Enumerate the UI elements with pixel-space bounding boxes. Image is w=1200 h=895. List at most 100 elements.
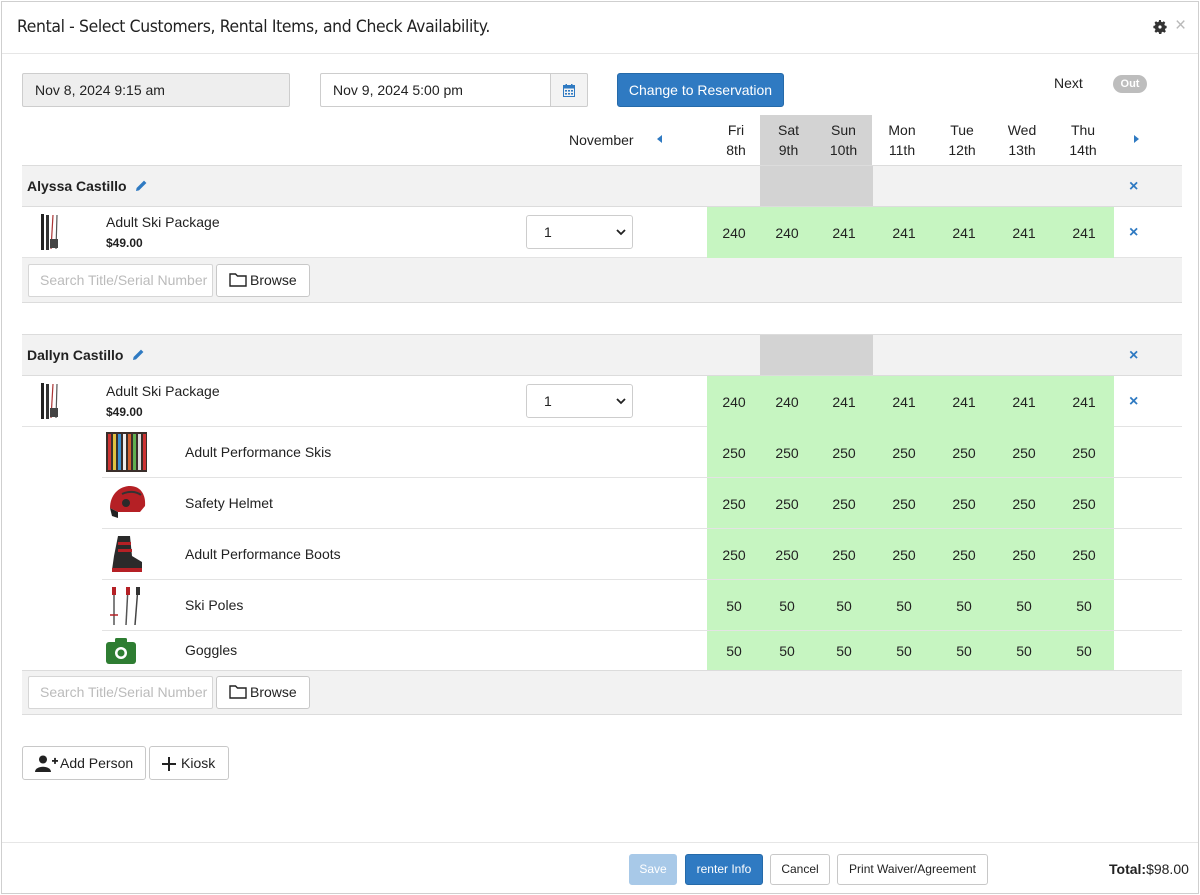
availability-cell: 50 <box>1016 643 1032 659</box>
availability-cell: 240 <box>775 394 799 410</box>
item-price: $49.00 <box>106 236 143 250</box>
ski-package-thumbnail <box>41 383 58 419</box>
rental-dialog: Rental - Select Customers, Rental Items,… <box>1 1 1199 894</box>
browse-button[interactable]: Browse <box>216 676 310 709</box>
boot-thumbnail <box>112 536 142 572</box>
prev-week-icon[interactable] <box>657 135 662 143</box>
person-name: Dallyn Castillo <box>27 347 124 363</box>
add-user-icon <box>35 755 58 772</box>
add-person-label: Add Person <box>60 755 134 771</box>
availability-cell: 250 <box>1012 445 1036 461</box>
availability-cell: 50 <box>779 598 795 614</box>
remove-person-icon[interactable]: × <box>1129 179 1138 195</box>
quantity-select[interactable]: 1 <box>526 384 633 418</box>
search-input[interactable]: Search Title/Serial Number <box>28 676 213 709</box>
day-date: 9th <box>778 142 799 158</box>
availability-cell: 250 <box>775 445 799 461</box>
chevron-down-icon <box>616 229 626 236</box>
kiosk-button[interactable]: Kiosk <box>149 746 229 780</box>
availability-cell: 250 <box>832 496 856 512</box>
availability-cell: 250 <box>775 496 799 512</box>
item-price: $49.00 <box>106 405 143 419</box>
poles-thumbnail <box>110 586 140 626</box>
availability-cell: 250 <box>1012 496 1036 512</box>
component-name: Adult Performance Boots <box>185 546 341 562</box>
search-input[interactable]: Search Title/Serial Number <box>28 264 213 297</box>
day-header-mon: Mon 11th <box>872 115 932 165</box>
calendar-button[interactable] <box>550 73 588 107</box>
availability-cell: 50 <box>1076 598 1092 614</box>
total-label: Total: <box>1109 861 1147 877</box>
edit-pencil-icon[interactable] <box>135 179 148 192</box>
weekend-shade <box>760 335 873 375</box>
availability-cell: 240 <box>722 225 746 241</box>
availability-cell: 250 <box>832 547 856 563</box>
gear-icon[interactable] <box>1152 19 1168 35</box>
component-name: Ski Poles <box>185 597 244 613</box>
availability-cell: 241 <box>952 394 976 410</box>
calendar-month: November <box>569 132 634 148</box>
day-name: Fri <box>727 122 745 138</box>
kiosk-label: Kiosk <box>181 755 216 771</box>
ski-package-thumbnail <box>41 214 58 250</box>
browse-button[interactable]: Browse <box>216 264 310 297</box>
remove-item-icon[interactable]: × <box>1129 394 1138 410</box>
component-name: Goggles <box>185 642 238 658</box>
change-to-reservation-button[interactable]: Change to Reservation <box>617 73 784 107</box>
availability-cell: 241 <box>1012 394 1036 410</box>
remove-person-icon[interactable]: × <box>1129 348 1138 364</box>
availability-cell: 250 <box>892 496 916 512</box>
out-toggle[interactable]: Out <box>1113 75 1147 93</box>
person-row <box>22 165 1182 207</box>
availability-cell: 50 <box>779 643 795 659</box>
next-week-icon[interactable] <box>1134 135 1139 143</box>
day-date: 13th <box>1008 142 1036 158</box>
renter-info-button[interactable]: renter Info <box>685 854 763 885</box>
availability-cell: 240 <box>775 225 799 241</box>
total-display: Total:$98.00 <box>1109 861 1189 877</box>
availability-cell: 250 <box>952 547 976 563</box>
availability-cell: 250 <box>1072 445 1096 461</box>
availability-cell: 250 <box>832 445 856 461</box>
availability-cell: 241 <box>952 225 976 241</box>
component-name: Adult Performance Skis <box>185 444 332 460</box>
day-date: 12th <box>948 142 976 158</box>
cancel-button[interactable]: Cancel <box>770 854 830 885</box>
day-header-tue: Tue 12th <box>932 115 992 165</box>
remove-item-icon[interactable]: × <box>1129 225 1138 241</box>
helmet-thumbnail <box>110 486 146 518</box>
availability-cell: 241 <box>832 394 856 410</box>
end-date-field[interactable]: Nov 9, 2024 5:00 pm <box>320 73 551 107</box>
weekend-shade <box>760 166 873 206</box>
folder-icon <box>229 685 247 699</box>
availability-cell: 250 <box>892 445 916 461</box>
availability-cell: 241 <box>1012 225 1036 241</box>
edit-pencil-icon[interactable] <box>132 348 145 361</box>
availability-cell: 50 <box>1076 643 1092 659</box>
availability-cell: 241 <box>832 225 856 241</box>
chevron-down-icon <box>616 398 626 405</box>
item-name: Adult Ski Package <box>106 214 220 230</box>
availability-cell: 50 <box>956 598 972 614</box>
availability-cell: 241 <box>892 394 916 410</box>
close-icon[interactable]: × <box>1175 16 1186 35</box>
availability-cell: 240 <box>722 394 746 410</box>
quantity-value: 1 <box>544 224 552 240</box>
save-button[interactable]: Save <box>629 854 677 885</box>
day-header-sun: Sun 10th <box>815 115 872 165</box>
availability-cell: 50 <box>896 598 912 614</box>
day-date: 14th <box>1069 142 1097 158</box>
footer-divider <box>2 842 1198 843</box>
print-waiver-button[interactable]: Print Waiver/Agreement <box>837 854 988 885</box>
add-person-button[interactable]: Add Person <box>22 746 146 780</box>
start-date-field[interactable]: Nov 8, 2024 9:15 am <box>22 73 290 107</box>
availability-cell: 250 <box>952 445 976 461</box>
calendar-icon <box>563 84 575 97</box>
availability-cell: 241 <box>1072 394 1096 410</box>
day-header-fri: Fri 8th <box>706 115 766 165</box>
quantity-select[interactable]: 1 <box>526 215 633 249</box>
browse-label: Browse <box>250 272 297 288</box>
availability-cell: 241 <box>1072 225 1096 241</box>
availability-cell: 50 <box>836 598 852 614</box>
availability-cell: 250 <box>775 547 799 563</box>
